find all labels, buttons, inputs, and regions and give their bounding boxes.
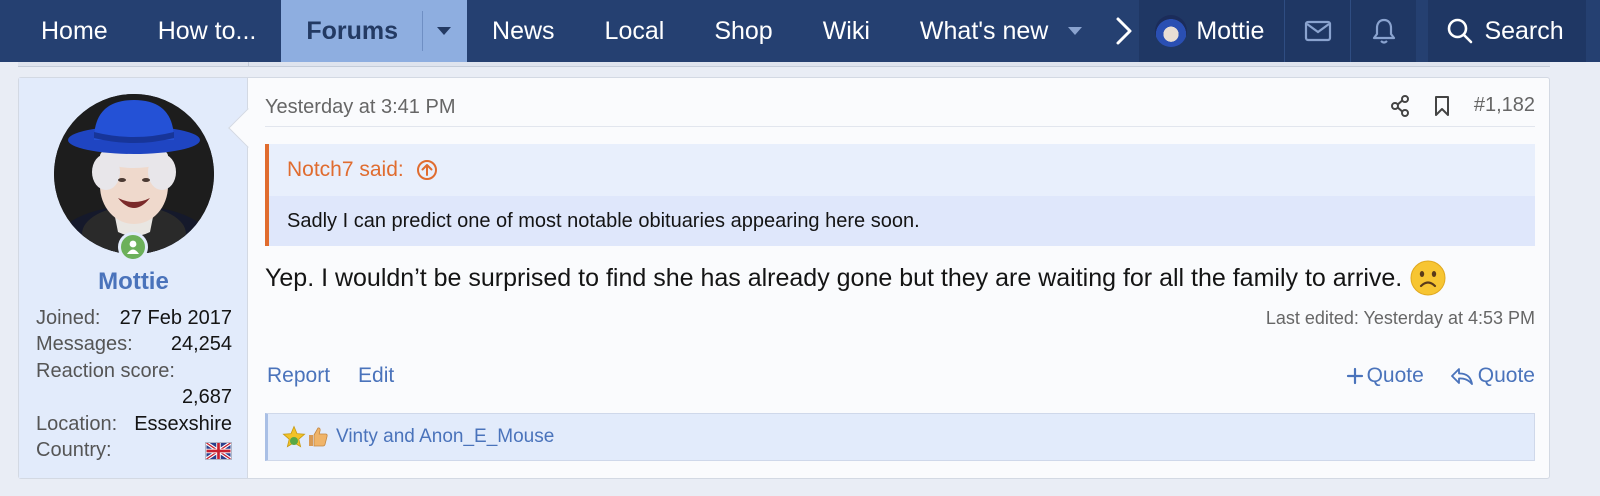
stat-reaction-label-row: Reaction score: bbox=[36, 358, 232, 385]
arrow-up-circle-svg bbox=[416, 160, 437, 180]
reply-quote-label: Quote bbox=[1477, 364, 1535, 387]
frown-emoji-icon bbox=[1410, 260, 1446, 296]
quote-text: Sadly I can predict one of most notable … bbox=[269, 196, 1535, 246]
uk-flag-icon bbox=[205, 441, 232, 460]
forum-post: Mottie Joined: 27 Feb 2017 Messages: 24,25… bbox=[18, 77, 1550, 479]
nav-shop[interactable]: Shop bbox=[689, 0, 797, 62]
nav-username: Mottie bbox=[1196, 16, 1265, 45]
stat-reaction-value-row: 2,687 bbox=[36, 385, 232, 412]
nav-local[interactable]: Local bbox=[580, 0, 690, 62]
nav-home-label: Home bbox=[41, 16, 108, 45]
star-reaction-icon bbox=[282, 425, 306, 448]
share-button[interactable] bbox=[1390, 94, 1410, 117]
nav-news-label: News bbox=[492, 16, 555, 45]
nav-account-button[interactable]: Mottie bbox=[1139, 0, 1284, 62]
nav-local-label: Local bbox=[604, 16, 665, 45]
arrow-up-circle-icon[interactable] bbox=[416, 159, 438, 181]
bookmark-icon bbox=[1434, 95, 1449, 116]
post-actions-right: Quote Quote bbox=[1346, 364, 1535, 388]
nav-how-to[interactable]: How to... bbox=[133, 0, 282, 62]
chevron-down-icon[interactable] bbox=[437, 27, 452, 35]
nav-forums-separator bbox=[422, 11, 424, 51]
stat-value: Essexshire bbox=[134, 412, 232, 435]
quote-block: Notch7 said: Sadly I can predict one of … bbox=[265, 144, 1535, 246]
nav-forums-label: Forums bbox=[306, 16, 399, 45]
post-pointer bbox=[228, 108, 268, 148]
post-user-info: Mottie Joined: 27 Feb 2017 Messages: 24,25… bbox=[19, 78, 268, 478]
stat-label: Joined: bbox=[36, 306, 101, 329]
nav-how-to-label: How to... bbox=[157, 16, 257, 45]
stat-country: Country: bbox=[36, 438, 232, 465]
quote-attribution[interactable]: Notch7 said: bbox=[269, 144, 1535, 196]
author-username[interactable]: Mottie bbox=[19, 268, 248, 296]
share-icon bbox=[1390, 94, 1409, 117]
nav-whats-new-label: What's new bbox=[919, 16, 1049, 45]
nav-wiki[interactable]: Wiki bbox=[798, 0, 895, 62]
previous-post-edge bbox=[18, 62, 1550, 67]
inbox-button[interactable] bbox=[1284, 0, 1350, 62]
stat-label: Location: bbox=[36, 412, 118, 435]
avatar bbox=[1155, 15, 1188, 47]
envelope-icon bbox=[1304, 20, 1332, 42]
post-main: Yesterday at 3:41 PM #1,182 Notch7 said:… bbox=[265, 78, 1535, 478]
multi-quote-button[interactable]: Quote bbox=[1346, 364, 1424, 388]
stat-value: 24,254 bbox=[170, 333, 232, 356]
user-online-icon bbox=[127, 240, 139, 254]
last-edited: Last edited: Yesterday at 4:53 PM bbox=[1265, 308, 1535, 328]
reactions-bar[interactable]: Vinty and Anon_E_Mouse bbox=[265, 413, 1535, 461]
post-body-text: Yep. I wouldn’t be surprised to find she… bbox=[265, 263, 1403, 292]
multi-quote-label: Quote bbox=[1366, 364, 1424, 387]
nav-news[interactable]: News bbox=[467, 0, 580, 62]
stat-messages: Messages: 24,254 bbox=[36, 332, 232, 359]
chevron-right-icon bbox=[1116, 17, 1132, 45]
avatar[interactable] bbox=[54, 94, 214, 254]
edit-link[interactable]: Edit bbox=[358, 364, 394, 388]
author-avatar-wrap bbox=[54, 94, 214, 262]
nav-whats-new[interactable]: What's new bbox=[895, 0, 1107, 62]
post-number[interactable]: #1,182 bbox=[1474, 94, 1535, 117]
like-reaction-icon bbox=[309, 427, 328, 447]
search-label: Search bbox=[1484, 16, 1564, 45]
post-meta-actions: #1,182 bbox=[1390, 94, 1535, 117]
search-icon bbox=[1448, 18, 1473, 44]
plus-icon bbox=[1346, 367, 1363, 385]
nav-scroll-right[interactable] bbox=[1107, 0, 1139, 62]
nav-home[interactable]: Home bbox=[0, 0, 133, 62]
post-body: Yep. I wouldn’t be surprised to find she… bbox=[265, 260, 1535, 296]
previous-post-divider bbox=[248, 62, 249, 67]
stat-label: Reaction score: bbox=[36, 359, 175, 382]
reactions-users[interactable]: Vinty and Anon_E_Mouse bbox=[336, 426, 554, 448]
online-status-badge bbox=[118, 232, 148, 262]
bookmark-button[interactable] bbox=[1434, 95, 1450, 117]
author-avatar-image bbox=[54, 94, 214, 254]
reply-icon bbox=[1450, 368, 1473, 385]
stat-value: 2,687 bbox=[181, 386, 232, 409]
stat-label: Country: bbox=[36, 439, 112, 462]
nav-forums[interactable]: Forums bbox=[281, 0, 468, 62]
bell-icon bbox=[1372, 18, 1396, 44]
quote-attribution-text: Notch7 said: bbox=[287, 158, 404, 181]
top-nav: Home How to... Forums News Local Shop Wi… bbox=[0, 0, 1600, 62]
post-meta: Yesterday at 3:41 PM #1,182 bbox=[265, 94, 1535, 119]
alerts-button[interactable] bbox=[1350, 0, 1416, 62]
post-timestamp[interactable]: Yesterday at 3:41 PM bbox=[265, 96, 456, 118]
stat-joined: Joined: 27 Feb 2017 bbox=[36, 305, 232, 332]
post-actions-left: Report Edit bbox=[267, 364, 394, 388]
report-link[interactable]: Report bbox=[267, 364, 330, 388]
author-stats: Joined: 27 Feb 2017 Messages: 24,254 React… bbox=[36, 305, 232, 464]
nav-shop-label: Shop bbox=[714, 16, 773, 45]
nav-account-area: Mottie bbox=[1139, 0, 1417, 62]
reply-quote-button[interactable]: Quote bbox=[1450, 364, 1535, 388]
chevron-down-icon[interactable] bbox=[1068, 27, 1083, 35]
stat-label: Messages: bbox=[36, 333, 133, 356]
stat-location: Location: Essexshire bbox=[36, 411, 232, 438]
nav-wiki-label: Wiki bbox=[822, 16, 870, 45]
stat-value: 27 Feb 2017 bbox=[119, 306, 232, 329]
meta-divider bbox=[265, 126, 1535, 127]
search-button[interactable]: Search bbox=[1428, 0, 1586, 62]
